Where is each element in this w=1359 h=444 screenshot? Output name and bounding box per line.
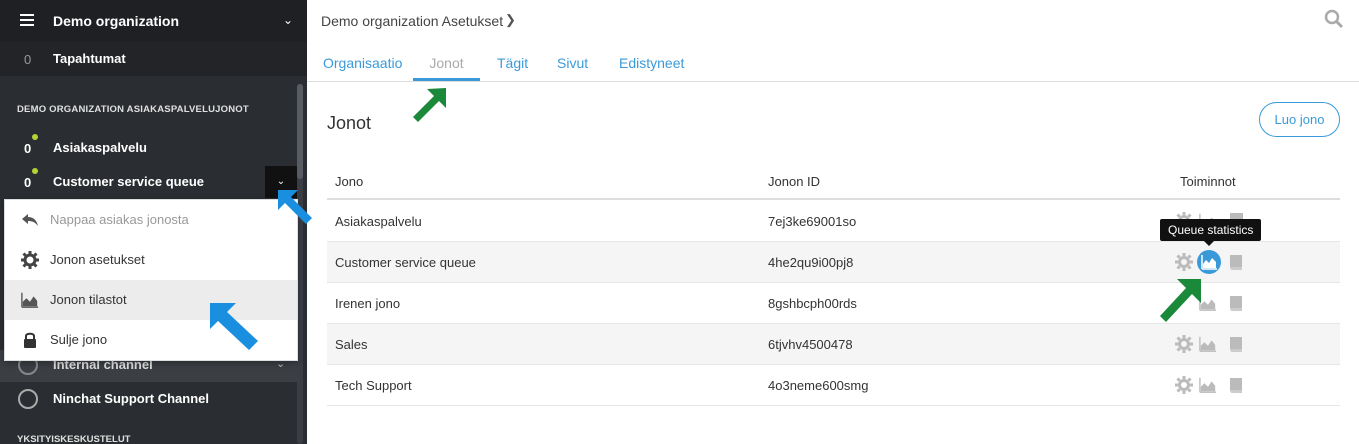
green-arrow-icon xyxy=(1160,279,1201,322)
menu-item-queue-settings[interactable]: Jonon asetukset xyxy=(5,240,297,280)
queue-statistics-tooltip: Queue statistics xyxy=(1160,219,1262,246)
gear-icon xyxy=(21,251,39,269)
row-actions xyxy=(1175,335,1255,355)
table-row: Sales 6tjvhv4500478 xyxy=(327,324,1340,365)
column-header-id: Jonon ID xyxy=(768,174,821,189)
row-actions xyxy=(1175,376,1255,396)
table-header: Jono Jonon ID Toiminnot xyxy=(327,162,1340,200)
blue-arrow-icon xyxy=(210,303,258,350)
gear-icon[interactable] xyxy=(1175,335,1193,353)
events-count: 0 xyxy=(24,52,32,67)
tab-tags[interactable]: Tägit xyxy=(497,55,528,71)
org-title: Demo organization xyxy=(53,13,180,29)
blue-arrow-icon xyxy=(278,190,312,224)
menu-item-pick-customer[interactable]: Nappaa asiakas jonosta xyxy=(5,200,297,240)
sidebar-channel-item[interactable]: Ninchat Support Channel xyxy=(0,384,297,416)
table-row: Tech Support 4o3neme600smg xyxy=(327,365,1340,406)
row-actions xyxy=(1175,250,1255,274)
private-chats-heading: YKSITYISKESKUSTELUT xyxy=(17,434,131,444)
settings-tabs: Organisaatio Jonot Tägit Sivut Edistynee… xyxy=(307,44,1359,82)
queue-id-cell: 4he2qu9i00pj8 xyxy=(768,255,854,270)
online-dot xyxy=(32,168,38,174)
queue-count: 0 xyxy=(24,141,32,156)
queue-label: Customer service queue xyxy=(53,174,205,189)
book-icon[interactable] xyxy=(1227,376,1245,394)
tab-pages[interactable]: Sivut xyxy=(557,55,588,71)
queue-statistics-button[interactable] xyxy=(1197,250,1221,274)
lock-icon xyxy=(24,332,36,348)
chevron-down-icon[interactable]: ❯ xyxy=(505,12,516,28)
gear-icon[interactable] xyxy=(1175,376,1193,394)
tab-queues[interactable]: Jonot xyxy=(413,55,480,81)
queue-name-cell: Irenen jono xyxy=(335,296,401,311)
queue-id-cell: 8gshbcph00rds xyxy=(768,296,857,311)
chart-icon[interactable] xyxy=(1199,335,1217,353)
channel-label: Ninchat Support Channel xyxy=(53,391,209,406)
sidebar-item-events[interactable]: 0 Tapahtumat xyxy=(0,42,307,76)
queue-label: Asiakaspalvelu xyxy=(53,140,147,155)
menu-item-label: Jonon asetukset xyxy=(50,252,145,267)
chart-icon xyxy=(1201,255,1217,270)
queue-name-cell: Tech Support xyxy=(335,378,412,393)
tab-organisation[interactable]: Organisaatio xyxy=(323,55,402,71)
reply-icon xyxy=(22,214,38,226)
chart-icon[interactable] xyxy=(1199,376,1217,394)
search-icon[interactable] xyxy=(1324,9,1344,29)
queue-name-cell: Customer service queue xyxy=(335,255,476,270)
sidebar-org-header[interactable]: Demo organization ⌄ xyxy=(0,0,307,42)
scrollbar-thumb[interactable] xyxy=(297,84,303,179)
queue-id-cell: 4o3neme600smg xyxy=(768,378,869,393)
page-title: Demo organization Asetukset xyxy=(321,13,504,29)
section-heading: Jonot xyxy=(327,113,372,133)
chevron-down-icon[interactable]: ⌄ xyxy=(283,13,293,27)
menu-item-label: Jonon tilastot xyxy=(50,292,127,307)
column-header-name: Jono xyxy=(335,174,364,189)
queue-name-cell: Asiakaspalvelu xyxy=(335,214,422,229)
queues-section-heading: DEMO ORGANIZATION ASIAKASPALVELUJONOT xyxy=(17,104,249,115)
queue-id-cell: 7ej3ke69001so xyxy=(768,214,857,229)
column-header-actions: Toiminnot xyxy=(1180,174,1236,189)
sidebar-queue-item[interactable]: 0 Customer service queue ⌄ xyxy=(0,166,297,200)
gear-icon[interactable] xyxy=(1175,253,1193,271)
hamburger-icon[interactable] xyxy=(20,14,34,26)
menu-item-label: Nappaa asiakas jonosta xyxy=(50,212,189,227)
online-dot xyxy=(32,134,38,140)
menu-item-label: Sulje jono xyxy=(50,332,108,347)
queue-count: 0 xyxy=(24,175,32,190)
events-label: Tapahtumat xyxy=(53,51,126,66)
queue-id-cell: 6tjvhv4500478 xyxy=(768,337,853,352)
chart-icon xyxy=(21,292,39,308)
channel-icon xyxy=(18,389,38,409)
green-arrow-icon xyxy=(413,88,446,122)
book-icon[interactable] xyxy=(1227,335,1245,353)
create-queue-button[interactable]: Luo jono xyxy=(1259,102,1340,137)
book-icon[interactable] xyxy=(1227,253,1245,271)
tab-advanced[interactable]: Edistyneet xyxy=(619,55,684,71)
book-icon[interactable] xyxy=(1227,294,1245,312)
sidebar-queue-item[interactable]: 0 Asiakaspalvelu xyxy=(0,132,297,166)
queue-name-cell: Sales xyxy=(335,337,368,352)
